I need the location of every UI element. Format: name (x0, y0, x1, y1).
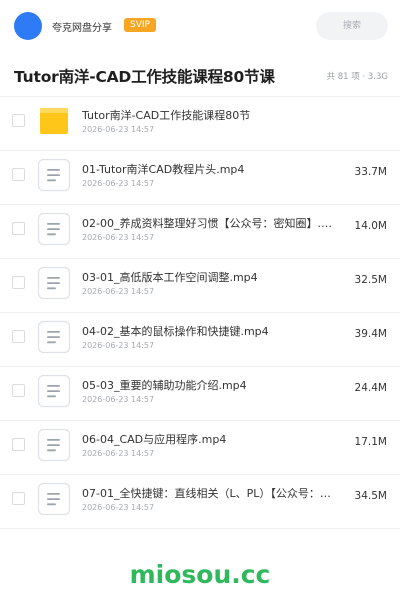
file-size: 32.5M (354, 274, 387, 286)
video-file-icon (37, 266, 71, 300)
page-title: Tutor南洋-CAD工作技能课程80节课 (14, 68, 275, 86)
file-name: 06-04_CAD与应用程序.mp4 (82, 433, 227, 446)
video-file-icon (37, 428, 71, 462)
video-file-icon (37, 320, 71, 354)
file-name: 04-02_基本的鼠标操作和快捷键.mp4 (82, 325, 269, 338)
file-date: 2026-06-23 14:57 (82, 449, 155, 458)
file-size: 39.4M (354, 328, 387, 340)
file-name: 05-03_重要的辅助功能介绍.mp4 (82, 379, 247, 392)
app-header: 夸克网盘分享 SVIP 搜索 (0, 0, 400, 52)
file-name: 01-Tutor南洋CAD教程片头.mp4 (82, 163, 245, 176)
file-row[interactable]: 06-04_CAD与应用程序.mp4 2026-06-23 14:57 17.1M (0, 420, 400, 474)
file-row[interactable]: 07-01_全快捷键：直线相关（L、PL）【公众号：密知圈】.mp4 2026-0… (0, 474, 400, 528)
file-row[interactable]: 05-03_重要的辅助功能介绍.mp4 2026-06-23 14:57 24.4M (0, 366, 400, 420)
row-checkbox[interactable] (12, 384, 25, 397)
file-name: Tutor南洋-CAD工作技能课程80节 (82, 109, 251, 122)
svip-badge: SVIP (124, 18, 156, 32)
divider (0, 528, 400, 529)
file-date: 2026-06-23 14:57 (82, 125, 155, 134)
file-name: 07-01_全快捷键：直线相关（L、PL）【公众号：密知圈】.mp4 (82, 487, 332, 500)
file-row[interactable]: Tutor南洋-CAD工作技能课程80节 2026-06-23 14:57 (0, 96, 400, 150)
folder-icon (37, 104, 71, 138)
file-row[interactable]: 04-02_基本的鼠标操作和快捷键.mp4 2026-06-23 14:57 39.… (0, 312, 400, 366)
row-checkbox[interactable] (12, 438, 25, 451)
brand-label: 夸克网盘分享 (52, 23, 112, 34)
row-checkbox[interactable] (12, 492, 25, 505)
file-size: 14.0M (354, 220, 387, 232)
file-size: 17.1M (354, 436, 387, 448)
row-checkbox[interactable] (12, 168, 25, 181)
avatar[interactable] (14, 12, 42, 40)
file-date: 2026-06-23 14:57 (82, 287, 155, 296)
file-date: 2026-06-23 14:57 (82, 341, 155, 350)
file-name: 02-00_养成资料整理好习惯【公众号：密知圈】.mp4 (82, 217, 332, 230)
file-size: 34.5M (354, 490, 387, 502)
row-checkbox[interactable] (12, 330, 25, 343)
file-size: 33.7M (354, 166, 387, 178)
video-file-icon (37, 212, 71, 246)
file-date: 2026-06-23 14:57 (82, 233, 155, 242)
file-date: 2026-06-23 14:57 (82, 503, 155, 512)
video-file-icon (37, 374, 71, 408)
file-row[interactable]: 01-Tutor南洋CAD教程片头.mp4 2026-06-23 14:57 33.… (0, 150, 400, 204)
file-date: 2026-06-23 14:57 (82, 395, 155, 404)
video-file-icon (37, 482, 71, 516)
watermark: miosou.cc (129, 560, 271, 589)
share-meta: 共 81 项 · 3.3G (326, 72, 388, 82)
file-row[interactable]: 02-00_养成资料整理好习惯【公众号：密知圈】.mp4 2026-06-23 1… (0, 204, 400, 258)
search-button[interactable]: 搜索 (316, 12, 388, 40)
row-checkbox[interactable] (12, 276, 25, 289)
file-row[interactable]: 03-01_高低版本工作空间调整.mp4 2026-06-23 14:57 32.5… (0, 258, 400, 312)
video-file-icon (37, 158, 71, 192)
file-date: 2026-06-23 14:57 (82, 179, 155, 188)
row-checkbox[interactable] (12, 222, 25, 235)
file-size: 24.4M (354, 382, 387, 394)
file-name: 03-01_高低版本工作空间调整.mp4 (82, 271, 258, 284)
row-checkbox[interactable] (12, 114, 25, 127)
